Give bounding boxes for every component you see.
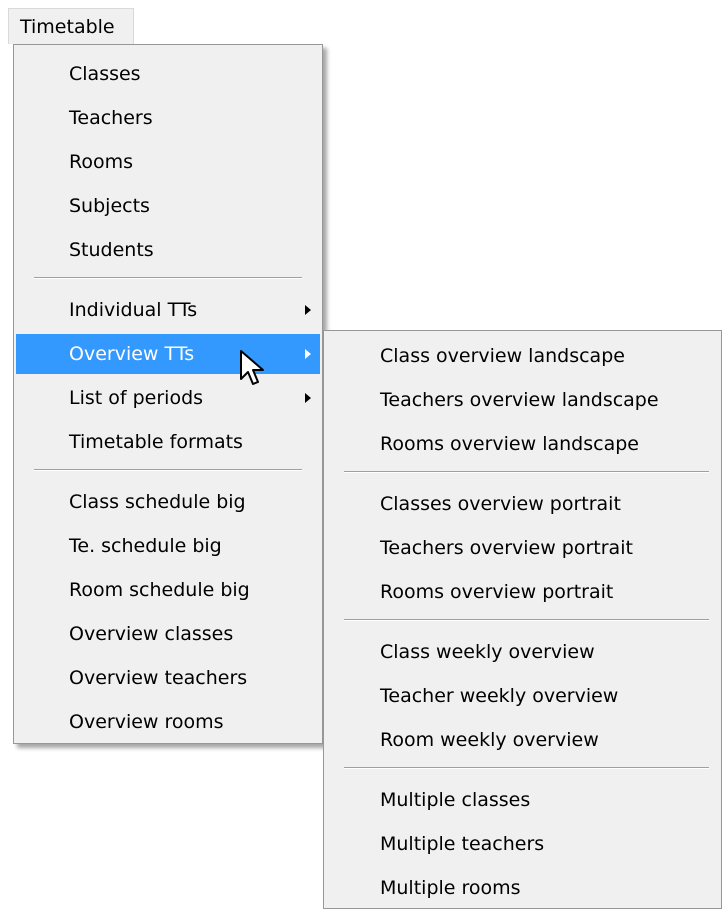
submenu-item-multiple-teachers[interactable]: Multiple teachers bbox=[326, 824, 719, 864]
menu-item-class-schedule-big[interactable]: Class schedule big bbox=[16, 482, 320, 522]
menu-item-overview-tts[interactable]: Overview TTs bbox=[16, 334, 320, 374]
menu-item-students[interactable]: Students bbox=[16, 230, 320, 270]
menu-separator bbox=[344, 619, 709, 621]
menu-timetable[interactable]: Timetable bbox=[8, 8, 134, 44]
menu-item-overview-rooms[interactable]: Overview rooms bbox=[16, 702, 320, 742]
submenu-item-class-overview-landscape[interactable]: Class overview landscape bbox=[326, 336, 719, 376]
submenu-item-teacher-weekly-overview[interactable]: Teacher weekly overview bbox=[326, 676, 719, 716]
mouse-pointer-icon bbox=[240, 350, 264, 385]
submenu-item-rooms-overview-landscape[interactable]: Rooms overview landscape bbox=[326, 424, 719, 464]
submenu-item-multiple-rooms[interactable]: Multiple rooms bbox=[326, 868, 719, 908]
menu-item-teachers[interactable]: Teachers bbox=[16, 98, 320, 138]
menu-item-rooms[interactable]: Rooms bbox=[16, 142, 320, 182]
chevron-right-icon bbox=[305, 393, 311, 403]
menu-item-subjects[interactable]: Subjects bbox=[16, 186, 320, 226]
chevron-right-icon bbox=[305, 305, 311, 315]
submenu-item-multiple-classes[interactable]: Multiple classes bbox=[326, 780, 719, 820]
timetable-menu: Classes Teachers Rooms Subjects Students… bbox=[13, 44, 323, 744]
submenu-item-teachers-overview-landscape[interactable]: Teachers overview landscape bbox=[326, 380, 719, 420]
menu-separator bbox=[344, 471, 709, 473]
submenu-item-room-weekly-overview[interactable]: Room weekly overview bbox=[326, 720, 719, 760]
submenu-item-rooms-overview-portrait[interactable]: Rooms overview portrait bbox=[326, 572, 719, 612]
menu-item-overview-classes[interactable]: Overview classes bbox=[16, 614, 320, 654]
menu-item-list-of-periods[interactable]: List of periods bbox=[16, 378, 320, 418]
menu-separator bbox=[34, 469, 302, 471]
menu-item-timetable-formats[interactable]: Timetable formats bbox=[16, 422, 320, 462]
menu-item-room-schedule-big[interactable]: Room schedule big bbox=[16, 570, 320, 610]
menu-separator bbox=[34, 277, 302, 279]
menu-item-classes[interactable]: Classes bbox=[16, 54, 320, 94]
menu-separator bbox=[344, 767, 709, 769]
overview-tts-submenu: Class overview landscape Teachers overvi… bbox=[323, 330, 722, 909]
menu-item-te-schedule-big[interactable]: Te. schedule big bbox=[16, 526, 320, 566]
submenu-item-class-weekly-overview[interactable]: Class weekly overview bbox=[326, 632, 719, 672]
chevron-right-icon bbox=[305, 349, 311, 359]
menu-timetable-label: Timetable bbox=[20, 16, 115, 38]
menu-item-overview-teachers[interactable]: Overview teachers bbox=[16, 658, 320, 698]
menu-item-individual-tts[interactable]: Individual TTs bbox=[16, 290, 320, 330]
submenu-item-classes-overview-portrait[interactable]: Classes overview portrait bbox=[326, 484, 719, 524]
submenu-item-teachers-overview-portrait[interactable]: Teachers overview portrait bbox=[326, 528, 719, 568]
